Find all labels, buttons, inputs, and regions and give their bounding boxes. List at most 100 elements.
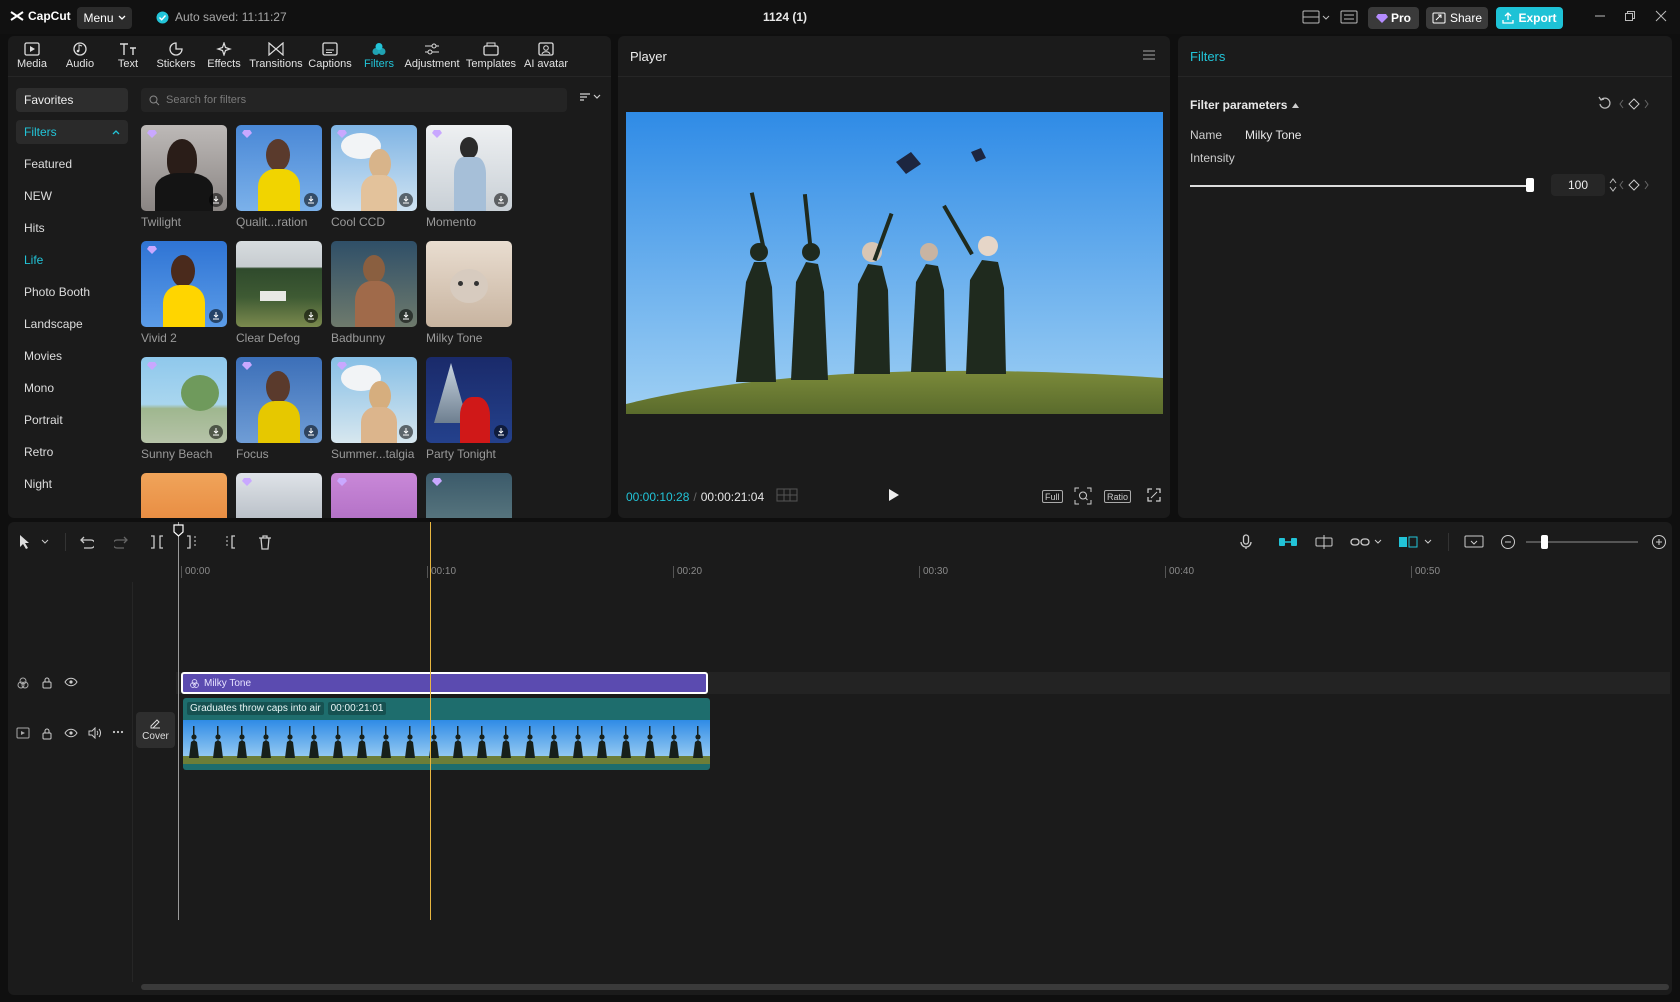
playhead-handle[interactable]: [173, 524, 184, 537]
filter-tile-partial[interactable]: [236, 473, 322, 518]
lock-icon[interactable]: [41, 676, 53, 689]
filter-clip[interactable]: Milky Tone: [181, 672, 708, 694]
filter-tile-partial[interactable]: [426, 473, 512, 518]
filter-tile-twilight[interactable]: Twilight: [141, 125, 227, 229]
filter-tile-momento[interactable]: Momento: [426, 125, 512, 229]
zoom-out-icon[interactable]: [1500, 534, 1516, 550]
download-icon[interactable]: [399, 309, 413, 323]
filter-tile-quality[interactable]: Qualit...ration: [236, 125, 322, 229]
category-landscape[interactable]: Landscape: [16, 312, 128, 336]
shortcuts-icon[interactable]: [1340, 9, 1358, 25]
video-clip[interactable]: Graduates throw caps into air 00:00:21:0…: [183, 698, 710, 770]
category-favorites[interactable]: Favorites: [16, 88, 128, 112]
keyframe-nav-icon[interactable]: [1618, 179, 1650, 191]
download-icon[interactable]: [209, 425, 223, 439]
intensity-slider-handle[interactable]: [1526, 178, 1534, 192]
category-retro[interactable]: Retro: [16, 440, 128, 464]
pro-button[interactable]: Pro: [1368, 7, 1419, 29]
auto-snap-icon[interactable]: [1314, 534, 1334, 550]
download-icon[interactable]: [494, 193, 508, 207]
filter-tile-partial[interactable]: [331, 473, 417, 518]
download-icon[interactable]: [399, 425, 413, 439]
filter-tile-milky-tone[interactable]: Milky Tone: [426, 241, 512, 345]
zoom-slider-handle[interactable]: [1541, 535, 1548, 549]
magnet-main-track-icon[interactable]: [1278, 534, 1298, 550]
eye-icon[interactable]: [64, 677, 78, 687]
grid-view-icon[interactable]: [776, 488, 798, 502]
tab-text[interactable]: Text: [104, 36, 152, 76]
category-portrait[interactable]: Portrait: [16, 408, 128, 432]
more-icon[interactable]: [112, 726, 124, 738]
sort-button[interactable]: [579, 92, 601, 102]
intensity-input[interactable]: 100: [1551, 174, 1605, 196]
filter-parameters-header[interactable]: Filter parameters: [1190, 98, 1300, 112]
export-button[interactable]: Export: [1496, 7, 1563, 29]
volume-icon[interactable]: [88, 727, 102, 739]
stepper-icon[interactable]: [1608, 175, 1618, 195]
filter-tile-sunny-beach[interactable]: Sunny Beach: [141, 357, 227, 461]
filter-tile-clear-defog[interactable]: Clear Defog: [236, 241, 322, 345]
screen-fit-icon[interactable]: [1464, 534, 1484, 550]
tab-ai-avatar[interactable]: AI avatar: [520, 36, 572, 76]
intensity-slider-track[interactable]: [1190, 185, 1530, 187]
tab-captions[interactable]: Captions: [304, 36, 356, 76]
select-tool-icon[interactable]: [18, 534, 52, 550]
filter-tile-cool-ccd[interactable]: Cool CCD: [331, 125, 417, 229]
cover-button[interactable]: Cover: [136, 712, 175, 748]
category-photo-booth[interactable]: Photo Booth: [16, 280, 128, 304]
tab-templates[interactable]: Templates: [462, 36, 520, 76]
tab-media[interactable]: Media: [8, 36, 56, 76]
minimize-icon[interactable]: [1594, 10, 1606, 22]
filter-tile-summer-nostalgia[interactable]: Summer...talgia: [331, 357, 417, 461]
category-mono[interactable]: Mono: [16, 376, 128, 400]
restore-icon[interactable]: [1624, 10, 1636, 22]
tab-stickers[interactable]: Stickers: [152, 36, 200, 76]
filter-tile-focus[interactable]: Focus: [236, 357, 322, 461]
category-night[interactable]: Night: [16, 472, 128, 496]
player-menu-icon[interactable]: [1142, 49, 1156, 61]
undo-icon[interactable]: [78, 534, 94, 550]
download-icon[interactable]: [494, 425, 508, 439]
link-icon[interactable]: [1350, 534, 1384, 550]
split-icon[interactable]: [150, 534, 164, 550]
menu-button[interactable]: Menu: [77, 7, 132, 29]
filter-tile-badbunny[interactable]: Badbunny: [331, 241, 417, 345]
search-input[interactable]: Search for filters: [141, 88, 567, 112]
download-icon[interactable]: [209, 309, 223, 323]
category-life[interactable]: Life: [16, 248, 128, 272]
tab-adjustment[interactable]: Adjustment: [402, 36, 462, 76]
timeline-scrollbar[interactable]: [141, 984, 1669, 990]
keyframe-nav-icon[interactable]: [1618, 98, 1650, 110]
tab-filters[interactable]: Filters: [356, 36, 402, 76]
filter-tile-party-tonight[interactable]: Party Tonight: [426, 357, 512, 461]
filter-tile-partial[interactable]: [141, 473, 227, 518]
full-quality-button[interactable]: Full: [1042, 490, 1063, 503]
fullscreen-icon[interactable]: [1147, 488, 1161, 502]
tab-effects[interactable]: Effects: [200, 36, 248, 76]
category-new[interactable]: NEW: [16, 184, 128, 208]
inspector-title[interactable]: Filters: [1190, 49, 1225, 64]
filter-tile-vivid-2[interactable]: Vivid 2: [141, 241, 227, 345]
lock-icon[interactable]: [41, 727, 53, 740]
category-featured[interactable]: Featured: [16, 152, 128, 176]
microphone-icon[interactable]: [1240, 534, 1252, 550]
reset-icon[interactable]: [1598, 96, 1612, 110]
download-icon[interactable]: [209, 193, 223, 207]
category-movies[interactable]: Movies: [16, 344, 128, 368]
playhead[interactable]: [430, 522, 431, 920]
download-icon[interactable]: [304, 309, 318, 323]
close-icon[interactable]: [1655, 10, 1667, 22]
play-button[interactable]: [888, 488, 900, 502]
tab-audio[interactable]: Audio: [56, 36, 104, 76]
download-icon[interactable]: [304, 193, 318, 207]
ratio-button[interactable]: Ratio: [1104, 490, 1132, 503]
zoom-in-icon[interactable]: [1651, 534, 1667, 550]
category-hits[interactable]: Hits: [16, 216, 128, 240]
category-filters[interactable]: Filters: [16, 120, 128, 144]
delete-right-icon[interactable]: [222, 534, 236, 550]
eye-icon[interactable]: [64, 728, 78, 738]
download-icon[interactable]: [304, 425, 318, 439]
zoom-fit-icon[interactable]: [1074, 487, 1092, 505]
video-preview[interactable]: [626, 112, 1163, 414]
timeline-ruler[interactable]: 00:00 00:10 00:20 00:30 00:40 00:50: [181, 562, 1661, 586]
